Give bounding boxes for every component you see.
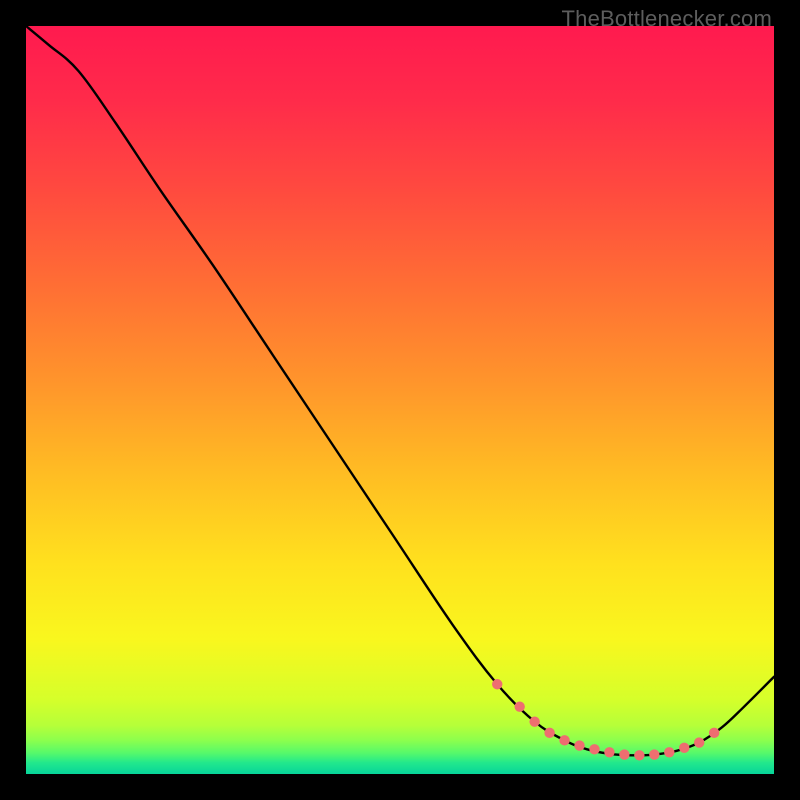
data-point: [492, 679, 502, 689]
data-point: [544, 728, 554, 738]
data-point: [634, 750, 644, 760]
data-point: [529, 716, 539, 726]
data-point: [649, 749, 659, 759]
gradient-background: [26, 26, 774, 774]
chart-canvas: [26, 26, 774, 774]
data-point: [679, 743, 689, 753]
data-point: [709, 728, 719, 738]
chart-frame: [26, 26, 774, 774]
data-point: [574, 740, 584, 750]
data-point: [664, 747, 674, 757]
data-point: [694, 737, 704, 747]
data-point: [589, 744, 599, 754]
data-point: [514, 701, 524, 711]
data-point: [559, 735, 569, 745]
watermark-text: TheBottlenecker.com: [562, 6, 772, 32]
data-point: [619, 749, 629, 759]
data-point: [604, 747, 614, 757]
